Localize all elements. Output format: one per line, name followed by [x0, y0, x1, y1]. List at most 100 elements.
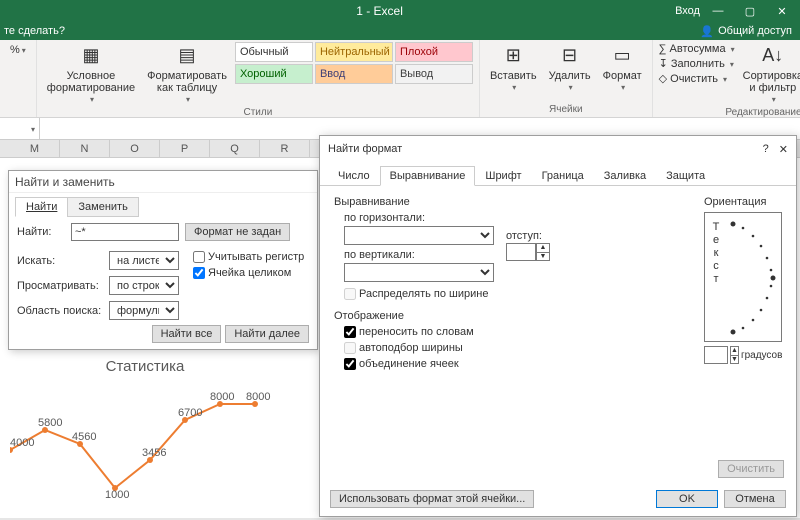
distribute-checkbox: Распределять по ширине	[344, 288, 684, 300]
indent-spinner[interactable]: ▲▼	[536, 243, 550, 261]
format-as-table-button[interactable]: ▤ Форматировать как таблицу	[143, 42, 231, 107]
help-icon[interactable]: ?	[763, 143, 769, 156]
wrap-text-checkbox[interactable]: переносить по словам	[344, 326, 684, 338]
name-box[interactable]	[0, 118, 40, 139]
cancel-button[interactable]: Отмена	[724, 490, 786, 508]
col-P[interactable]: P	[160, 140, 210, 157]
tab-border[interactable]: Граница	[532, 166, 594, 186]
format-cells-button[interactable]: ▭Формат	[599, 42, 646, 95]
style-output[interactable]: Вывод	[395, 64, 473, 84]
close-icon[interactable]: ✕	[768, 0, 796, 22]
svg-text:6700: 6700	[178, 407, 202, 419]
maximize-icon[interactable]: ▢	[736, 0, 764, 22]
clear-format-button: Очистить	[718, 460, 784, 478]
tab-number[interactable]: Число	[328, 166, 380, 186]
degrees-label: градусов	[741, 350, 782, 361]
col-R[interactable]: R	[260, 140, 310, 157]
vertical-label: по вертикали:	[344, 249, 494, 261]
ok-button[interactable]: OK	[656, 490, 718, 508]
clear-button[interactable]: ◇Очистить	[659, 71, 735, 86]
svg-text:8000: 8000	[246, 391, 270, 403]
insert-icon: ⊞	[501, 44, 525, 68]
sigma-icon: ∑	[659, 43, 667, 55]
percent-styles[interactable]: %	[6, 42, 30, 58]
fill-icon: ↧	[659, 57, 668, 70]
tab-alignment[interactable]: Выравнивание	[380, 166, 476, 186]
sort-filter-button[interactable]: A↓Сортировка и фильтр	[739, 42, 800, 107]
display-group-label: Отображение	[334, 310, 684, 322]
format-icon: ▭	[610, 44, 634, 68]
table-icon: ▤	[175, 44, 199, 68]
tab-replace[interactable]: Заменить	[67, 197, 138, 217]
find-input[interactable]	[71, 223, 179, 241]
indent-input[interactable]	[506, 243, 536, 261]
find-label: Найти:	[17, 226, 65, 238]
svg-text:3456: 3456	[142, 447, 166, 459]
look-by-select[interactable]: по строкам	[109, 276, 179, 295]
indent-label: отступ:	[506, 230, 542, 242]
search-in-select[interactable]: на листе	[109, 251, 179, 270]
find-all-button[interactable]: Найти все	[152, 325, 222, 343]
degrees-spinner[interactable]: ▲▼	[730, 346, 739, 364]
delete-icon: ⊟	[558, 44, 582, 68]
svg-text:8000: 8000	[210, 391, 234, 403]
degrees-input[interactable]	[704, 346, 728, 364]
tab-font[interactable]: Шрифт	[475, 166, 531, 186]
col-N[interactable]: N	[60, 140, 110, 157]
merge-cells-checkbox[interactable]: объединение ячеек	[344, 358, 684, 370]
col-O[interactable]: O	[110, 140, 160, 157]
group-label-editing: Редактирование	[725, 107, 800, 120]
fill-button[interactable]: ↧Заполнить	[659, 56, 735, 71]
find-next-button[interactable]: Найти далее	[225, 325, 309, 343]
svg-text:1000: 1000	[105, 489, 129, 500]
look-by-label: Просматривать:	[17, 280, 103, 292]
minimize-icon[interactable]: —	[704, 0, 732, 22]
delete-cells-button[interactable]: ⊟Удалить	[545, 42, 595, 95]
sort-icon: A↓	[761, 44, 785, 68]
col-M[interactable]: M	[10, 140, 60, 157]
use-cell-format-button[interactable]: Использовать формат этой ячейки...	[330, 490, 534, 508]
style-input[interactable]: Ввод	[315, 64, 393, 84]
insert-cells-button[interactable]: ⊞Вставить	[486, 42, 541, 95]
whole-cell-checkbox[interactable]: Ячейка целиком	[193, 267, 304, 279]
chart-title: Статистика	[10, 358, 280, 375]
login-link[interactable]: Вход	[675, 5, 700, 17]
chart[interactable]: Статистика 400058004560 100034566700 800…	[10, 358, 280, 518]
search-area-label: Область поиска:	[17, 305, 103, 317]
orientation-label: Ориентация	[704, 196, 782, 208]
tab-fill[interactable]: Заливка	[594, 166, 656, 186]
format-not-set-button[interactable]: Формат не задан	[185, 223, 290, 241]
horizontal-label: по горизонтали:	[344, 212, 684, 224]
chart-line: 400058004560 100034566700 80008000	[10, 390, 280, 500]
alignment-group-label: Выравнивание	[334, 196, 684, 208]
svg-text:5800: 5800	[38, 417, 62, 429]
conditional-formatting-button[interactable]: ▦ Условное форматирование	[43, 42, 139, 107]
style-bad[interactable]: Плохой	[395, 42, 473, 62]
dialog-title: Найти и заменить	[9, 171, 317, 193]
orientation-control[interactable]: Текст	[704, 212, 782, 342]
cell-styles-gallery[interactable]: Обычный Нейтральный Плохой Хороший Ввод …	[235, 42, 473, 84]
tab-protection[interactable]: Защита	[656, 166, 715, 186]
match-case-checkbox[interactable]: Учитывать регистр	[193, 251, 304, 263]
find-replace-dialog: Найти и заменить Найти Заменить Найти: Ф…	[8, 170, 318, 350]
search-area-select[interactable]: формулы	[109, 301, 179, 320]
shrink-fit-checkbox: автоподбор ширины	[344, 342, 684, 354]
group-label-styles: Стили	[243, 107, 272, 120]
autosum-button[interactable]: ∑Автосумма	[659, 42, 735, 56]
horizontal-align-select[interactable]	[344, 226, 494, 245]
tab-find[interactable]: Найти	[15, 197, 68, 217]
orientation-vertical-text: Текст	[709, 221, 723, 285]
style-normal[interactable]: Обычный	[235, 42, 313, 62]
close-dialog-icon[interactable]: ✕	[779, 143, 788, 156]
find-format-dialog: Найти формат ? ✕ Число Выравнивание Шриф…	[319, 135, 797, 517]
style-neutral[interactable]: Нейтральный	[315, 42, 393, 62]
vertical-align-select[interactable]	[344, 263, 494, 282]
format-dialog-title: Найти формат	[328, 143, 402, 155]
style-good[interactable]: Хороший	[235, 64, 313, 84]
window-title: 1 - Excel	[356, 4, 403, 18]
svg-text:4560: 4560	[72, 431, 96, 443]
col-Q[interactable]: Q	[210, 140, 260, 157]
tell-me-hint[interactable]: те сделать?	[4, 25, 65, 37]
share-button[interactable]: Общий доступ	[718, 25, 792, 37]
group-label-cells: Ячейки	[549, 104, 583, 117]
